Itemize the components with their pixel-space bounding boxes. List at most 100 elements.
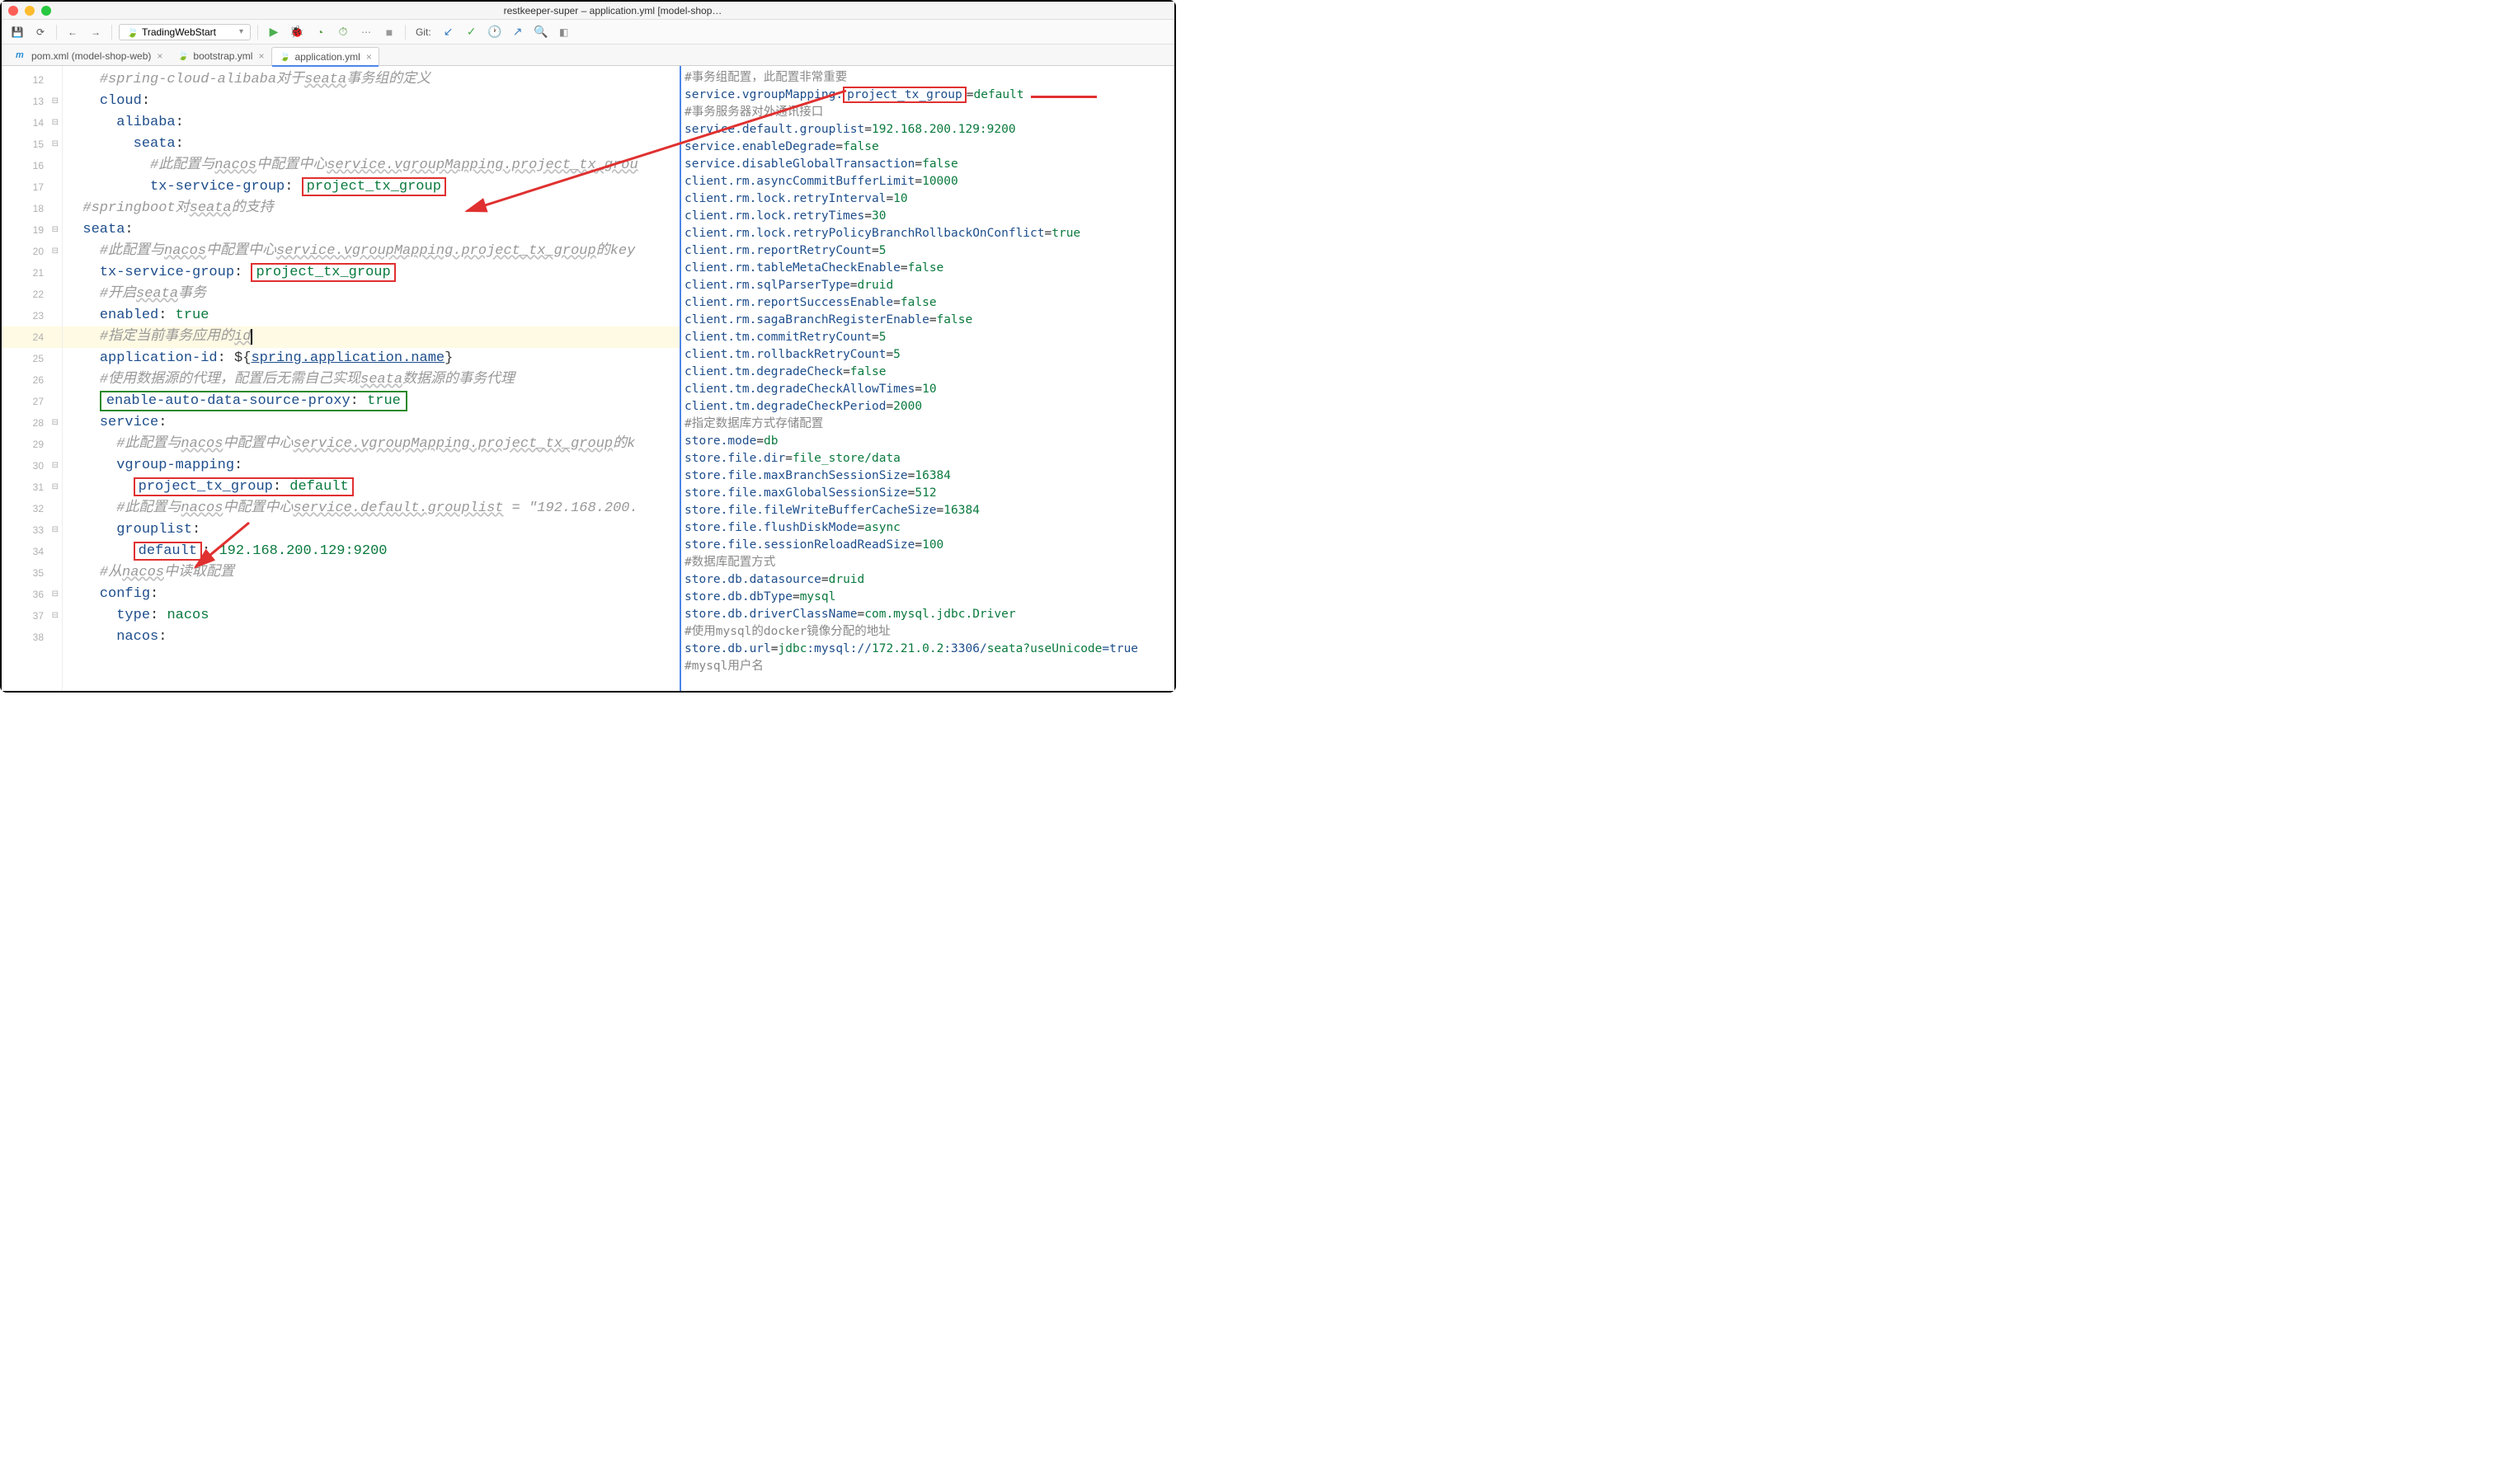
line-number[interactable]: 22 — [2, 284, 62, 305]
line-number[interactable]: 30⊟ — [2, 455, 62, 477]
fold-icon[interactable]: ⊟ — [52, 91, 59, 112]
refresh-icon[interactable]: ⟳ — [31, 23, 49, 41]
close-window-button[interactable] — [8, 6, 18, 16]
config-line: client.rm.sqlParserType=druid — [685, 277, 1171, 294]
code-line[interactable]: #从nacos中读取配置 — [63, 562, 680, 584]
line-number[interactable]: 23 — [2, 305, 62, 326]
line-number[interactable]: 26 — [2, 369, 62, 391]
history-icon[interactable]: 🕐 — [486, 23, 504, 41]
line-number[interactable]: 16 — [2, 155, 62, 176]
code-line[interactable]: nacos: — [63, 627, 680, 648]
code-line[interactable]: enabled: true — [63, 305, 680, 326]
close-icon[interactable]: × — [258, 50, 264, 62]
fold-icon[interactable]: ⊟ — [52, 219, 59, 241]
code-line[interactable]: default: 192.168.200.129:9200 — [63, 541, 680, 562]
line-number[interactable]: 38 — [2, 627, 62, 648]
line-number[interactable]: 33⊟ — [2, 519, 62, 541]
fold-icon[interactable]: ⊟ — [52, 241, 59, 262]
gutter: 1213⊟14⊟15⊟16171819⊟20⊟2122232425262728⊟… — [2, 66, 63, 691]
line-number[interactable]: 17 — [2, 176, 62, 198]
line-number[interactable]: 14⊟ — [2, 112, 62, 134]
code-line[interactable]: #此配置与nacos中配置中心service.vgroupMapping.pro… — [63, 241, 680, 262]
line-number[interactable]: 29 — [2, 434, 62, 455]
fold-icon[interactable]: ⊟ — [52, 134, 59, 155]
code-line[interactable]: type: nacos — [63, 605, 680, 627]
code-line[interactable]: config: — [63, 584, 680, 605]
code-line[interactable]: alibaba: — [63, 112, 680, 134]
line-number[interactable]: 27 — [2, 391, 62, 412]
tab-pom-xml[interactable]: m pom.xml (model-shop-web) × — [8, 46, 170, 65]
debug-icon[interactable]: 🐞 — [288, 23, 306, 41]
line-number[interactable]: 25 — [2, 348, 62, 369]
fold-icon[interactable]: ⊟ — [52, 455, 59, 477]
line-number[interactable]: 31⊟ — [2, 477, 62, 498]
right-config-view[interactable]: #事务组配置，此配置非常重要service.vgroupMapping.proj… — [681, 66, 1174, 679]
code-line[interactable]: #springboot对seata的支持 — [63, 198, 680, 219]
config-line: client.tm.degradeCheckPeriod=2000 — [685, 398, 1171, 416]
code-line[interactable]: #此配置与nacos中配置中心service.vgroupMapping.pro… — [63, 434, 680, 455]
code-line[interactable]: #此配置与nacos中配置中心service.default.grouplist… — [63, 498, 680, 519]
tab-bootstrap-yml[interactable]: 🍃 bootstrap.yml × — [170, 46, 271, 65]
attach-icon[interactable]: ⋯ — [357, 23, 375, 41]
line-number[interactable]: 18 — [2, 198, 62, 219]
config-line: store.db.datasource=druid — [685, 571, 1171, 589]
code-line[interactable]: application-id: ${spring.application.nam… — [63, 348, 680, 369]
code-line[interactable]: tx-service-group: project_tx_group — [63, 262, 680, 284]
minimize-window-button[interactable] — [25, 6, 35, 16]
code-line[interactable]: #开启seata事务 — [63, 284, 680, 305]
code-line[interactable]: project_tx_group: default — [63, 477, 680, 498]
close-icon[interactable]: × — [157, 50, 162, 62]
line-number[interactable]: 35 — [2, 562, 62, 584]
ide-tools-icon[interactable]: ◧ — [555, 23, 573, 41]
commit-icon[interactable]: ✓ — [463, 23, 481, 41]
fold-icon[interactable]: ⊟ — [52, 584, 59, 605]
line-number[interactable]: 36⊟ — [2, 584, 62, 605]
code-line[interactable]: #此配置与nacos中配置中心service.vgroupMapping.pro… — [63, 155, 680, 176]
fold-icon[interactable]: ⊟ — [52, 412, 59, 434]
tab-application-yml[interactable]: 🍃 application.yml × — [271, 47, 379, 66]
update-icon[interactable]: ↙ — [440, 23, 458, 41]
config-line: store.db.url=jdbc:mysql://172.21.0.2:330… — [685, 641, 1171, 658]
stop-icon[interactable]: ■ — [380, 23, 398, 41]
code-line[interactable]: vgroup-mapping: — [63, 455, 680, 477]
run-config-dropdown[interactable]: 🍃 TradingWebStart ▾ — [119, 24, 251, 40]
fold-icon[interactable]: ⊟ — [52, 477, 59, 498]
rollback-icon[interactable]: ↗ — [509, 23, 527, 41]
code-line[interactable]: grouplist: — [63, 519, 680, 541]
line-number[interactable]: 24 — [2, 326, 62, 348]
fold-icon[interactable]: ⊟ — [52, 112, 59, 134]
code-line[interactable]: tx-service-group: project_tx_group — [63, 176, 680, 198]
run-icon[interactable]: ▶ — [265, 23, 283, 41]
code-line[interactable]: seata: — [63, 219, 680, 241]
fold-icon[interactable]: ⊟ — [52, 605, 59, 627]
line-number[interactable]: 28⊟ — [2, 412, 62, 434]
code-line[interactable]: enable-auto-data-source-proxy: true — [63, 391, 680, 412]
line-number[interactable]: 37⊟ — [2, 605, 62, 627]
forward-icon[interactable]: → — [87, 23, 105, 41]
zoom-window-button[interactable] — [41, 6, 51, 16]
code-line[interactable]: #spring-cloud-alibaba对于seata事务组的定义 — [63, 69, 680, 91]
line-number[interactable]: 34 — [2, 541, 62, 562]
line-number[interactable]: 12 — [2, 69, 62, 91]
search-icon[interactable]: 🔍 — [532, 23, 550, 41]
profile-icon[interactable]: ⏱ — [334, 23, 352, 41]
config-line: #使用mysql的docker镜像分配的地址 — [685, 623, 1171, 641]
line-number[interactable]: 15⊟ — [2, 134, 62, 155]
line-number[interactable]: 21 — [2, 262, 62, 284]
code-line[interactable]: #使用数据源的代理，配置后无需自己实现seata数据源的事务代理 — [63, 369, 680, 391]
code-line[interactable]: seata: — [63, 134, 680, 155]
coverage-icon[interactable]: ◔ — [311, 23, 329, 41]
line-number[interactable]: 20⊟ — [2, 241, 62, 262]
close-icon[interactable]: × — [366, 51, 372, 63]
config-line: client.rm.asyncCommitBufferLimit=10000 — [685, 173, 1171, 190]
code-editor[interactable]: #spring-cloud-alibaba对于seata事务组的定义 cloud… — [63, 66, 680, 691]
line-number[interactable]: 19⊟ — [2, 219, 62, 241]
fold-icon[interactable]: ⊟ — [52, 519, 59, 541]
line-number[interactable]: 13⊟ — [2, 91, 62, 112]
save-icon[interactable]: 💾 — [8, 23, 26, 41]
code-line[interactable]: #指定当前事务应用的id — [63, 326, 680, 348]
code-line[interactable]: service: — [63, 412, 680, 434]
line-number[interactable]: 32 — [2, 498, 62, 519]
back-icon[interactable]: ← — [64, 23, 82, 41]
code-line[interactable]: cloud: — [63, 91, 680, 112]
